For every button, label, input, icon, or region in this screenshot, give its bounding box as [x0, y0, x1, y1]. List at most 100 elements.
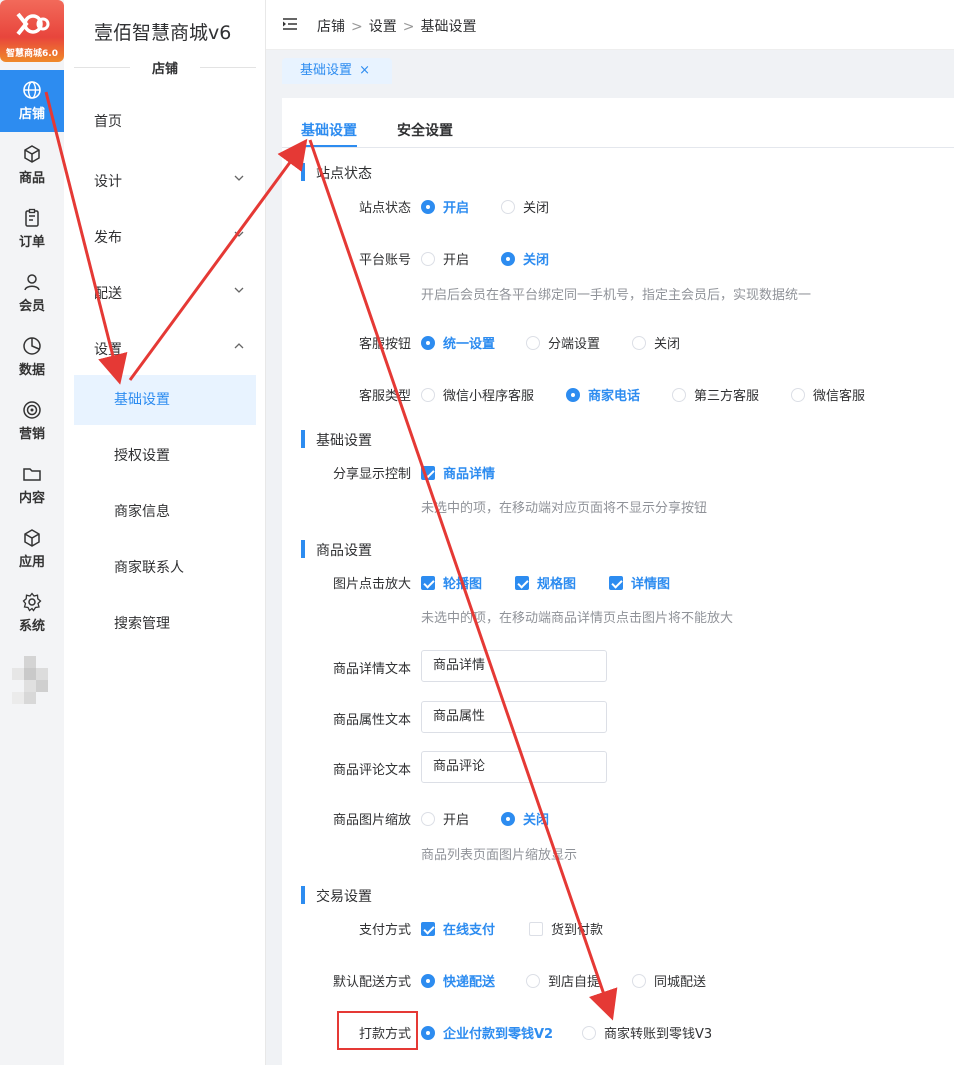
radio-icon [501, 200, 515, 214]
tab-security-settings[interactable]: 安全设置 [397, 120, 453, 140]
radio-icon [526, 974, 540, 988]
checkbox-zoom-detail[interactable]: 详情图 [609, 573, 670, 592]
checkbox-pay-cod[interactable]: 货到付款 [529, 919, 603, 938]
sidebar-subitem-merchant-contact[interactable]: 商家联系人 [74, 543, 256, 593]
radio-label: 商家转账到零钱V3 [604, 1027, 713, 1042]
menu-fold-icon[interactable] [283, 18, 297, 30]
radio-icon [566, 388, 580, 402]
radio-image-scale-off[interactable]: 关闭 [501, 809, 549, 828]
radio-image-scale-on[interactable]: 开启 [421, 809, 469, 828]
radio-icon [421, 388, 435, 402]
radio-cs-type-phone[interactable]: 商家电话 [566, 385, 640, 404]
label-detail-text: 商品详情文本 [332, 662, 411, 677]
comment-text-input[interactable]: 商品评论 [421, 751, 607, 783]
folder-icon [23, 468, 41, 481]
sidebar-item-home[interactable]: 首页 [94, 111, 244, 131]
sidebar-item-label: 设置 [94, 342, 122, 358]
checkbox-label: 货到付款 [551, 923, 604, 938]
checkbox-label: 轮播图 [443, 577, 483, 592]
rail-item-shop[interactable]: 店铺 [0, 70, 64, 132]
radio-payout-v2[interactable]: 企业付款到零钱V2 [421, 1023, 553, 1042]
breadcrumb-item[interactable]: 设置 [369, 19, 397, 35]
rail-label: 会员 [18, 299, 45, 314]
rail-item-system[interactable]: 系统 [0, 582, 64, 644]
sidebar-item-delivery[interactable]: 配送 [94, 283, 244, 303]
checkbox-zoom-spec[interactable]: 规格图 [515, 573, 576, 592]
close-icon[interactable]: × [359, 58, 370, 84]
page-tab-label: 基础设置 [300, 63, 353, 78]
sidebar-subitem-auth-settings[interactable]: 授权设置 [74, 431, 256, 481]
label-platform-account: 平台账号 [358, 253, 411, 268]
rail-item-marketing[interactable]: 营销 [0, 390, 64, 452]
user-icon [24, 274, 40, 291]
rail-item-data[interactable]: 数据 [0, 326, 64, 388]
rail-item-goods[interactable]: 商品 [0, 134, 64, 196]
radio-icon [791, 388, 805, 402]
sidebar-item-settings[interactable]: 设置 [94, 339, 244, 359]
hint-share-control: 未选中的项，在移动端对应页面将不显示分享按钮 [421, 501, 708, 516]
attr-text-input[interactable]: 商品属性 [421, 701, 607, 733]
radio-label: 微信客服 [813, 389, 866, 404]
radio-site-status-off[interactable]: 关闭 [501, 197, 549, 216]
app-logo[interactable]: 智慧商城6.0 [0, 0, 64, 62]
annotation-highlight-box [337, 1011, 418, 1050]
radio-label: 第三方客服 [694, 389, 760, 404]
tab-active-indicator [301, 145, 357, 147]
radio-delivery-pickup[interactable]: 到店自提 [526, 971, 600, 990]
sidebar-item-label: 配送 [94, 286, 122, 302]
checkbox-share-goods-detail[interactable]: 商品详情 [421, 463, 495, 482]
radio-label: 快递配送 [443, 975, 496, 990]
breadcrumb-item[interactable]: 店铺 [317, 19, 345, 35]
radio-icon [421, 252, 435, 266]
radio-cs-button-unified[interactable]: 统一设置 [421, 333, 495, 352]
rail-label: 订单 [18, 235, 45, 250]
detail-text-input[interactable]: 商品详情 [421, 650, 607, 682]
radio-delivery-express[interactable]: 快递配送 [421, 971, 495, 990]
radio-label: 开启 [443, 201, 470, 216]
rail-label: 系统 [18, 619, 45, 634]
radio-payout-v3[interactable]: 商家转账到零钱V3 [582, 1023, 712, 1042]
radio-label: 微信小程序客服 [443, 389, 535, 404]
radio-cs-type-miniprogram[interactable]: 微信小程序客服 [421, 385, 534, 404]
label-comment-text: 商品评论文本 [332, 763, 411, 778]
radio-icon [421, 812, 435, 826]
sidebar-item-publish[interactable]: 发布 [94, 227, 244, 247]
avatar[interactable] [12, 656, 48, 704]
radio-platform-account-on[interactable]: 开启 [421, 249, 469, 268]
chevron-down-icon [234, 287, 244, 293]
rail-label: 店铺 [18, 107, 45, 122]
radio-cs-button-off[interactable]: 关闭 [632, 333, 680, 352]
radio-platform-account-off[interactable]: 关闭 [501, 249, 549, 268]
radio-site-status-on[interactable]: 开启 [421, 197, 469, 216]
sidebar-subitem-merchant-info[interactable]: 商家信息 [74, 487, 256, 537]
page-tab-strip: 基础设置 × [266, 50, 954, 98]
sidebar-subitem-search-manage[interactable]: 搜索管理 [74, 599, 256, 649]
radio-icon [632, 336, 646, 350]
section-trade-settings: 交易设置 [301, 886, 372, 906]
radio-icon [501, 812, 515, 826]
radio-cs-button-split[interactable]: 分端设置 [526, 333, 600, 352]
radio-cs-type-third-party[interactable]: 第三方客服 [672, 385, 759, 404]
radio-delivery-local[interactable]: 同城配送 [632, 971, 706, 990]
rail-label: 数据 [18, 363, 45, 378]
checkbox-zoom-carousel[interactable]: 轮播图 [421, 573, 482, 592]
page-tab-basic-settings[interactable]: 基础设置 × [282, 58, 392, 84]
icon-rail: 智慧商城6.0 店铺 商品 订单 会员 数据 营销 内容 应用 系统 [0, 0, 64, 1065]
checkbox-pay-online[interactable]: 在线支付 [421, 919, 495, 938]
checkbox-label: 详情图 [631, 577, 671, 592]
settings-card: 基础设置 安全设置 站点状态 站点状态 开启 关闭 平台账号 开启 关闭 开启后… [282, 98, 954, 1065]
rail-label: 内容 [18, 491, 45, 506]
radio-label: 开启 [443, 253, 470, 268]
label-site-status: 站点状态 [358, 201, 411, 216]
label-image-zoom: 图片点击放大 [332, 577, 411, 592]
sidebar-subitem-basic-settings[interactable]: 基础设置 [74, 375, 256, 425]
rail-item-members[interactable]: 会员 [0, 262, 64, 324]
rail-item-orders[interactable]: 订单 [0, 198, 64, 260]
rail-item-apps[interactable]: 应用 [0, 518, 64, 580]
radio-label: 分端设置 [548, 337, 601, 352]
sidebar-section-title: 店铺 [74, 58, 256, 77]
radio-cs-type-wechat[interactable]: 微信客服 [791, 385, 865, 404]
sidebar-item-design[interactable]: 设计 [94, 171, 244, 191]
rail-item-content[interactable]: 内容 [0, 454, 64, 516]
tab-basic-settings[interactable]: 基础设置 [301, 120, 357, 140]
